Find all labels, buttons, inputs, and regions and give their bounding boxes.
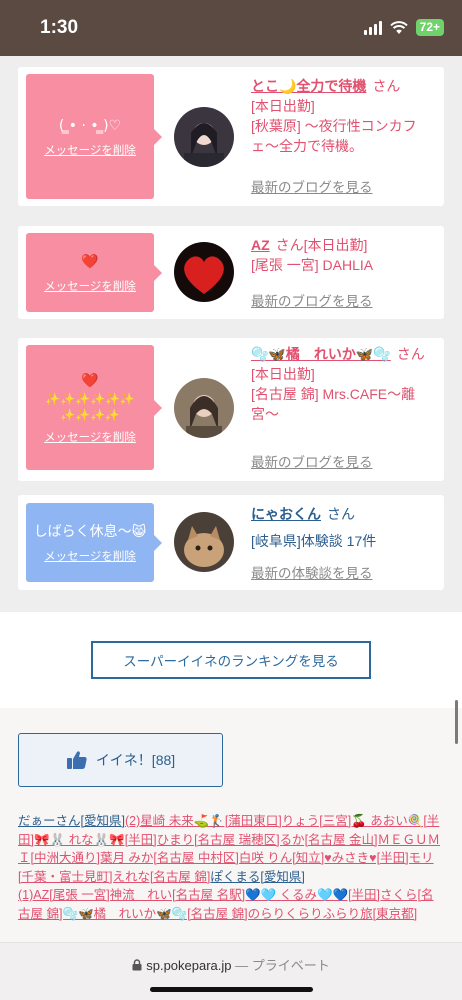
avatar[interactable]: [174, 512, 234, 572]
shop-info: [秋葉原] 〜夜行性コンカフェ〜全力で待機。: [251, 118, 417, 154]
bubble-text: ( ̳• · • ̳)♡: [58, 117, 122, 134]
scrollbar-thumb[interactable]: [455, 700, 458, 744]
delete-message-link[interactable]: メッセージを削除: [44, 278, 136, 294]
signal-icon: [363, 20, 382, 35]
liker-link[interactable]: だぁーさん[愛知県]: [18, 814, 125, 828]
url-text: sp.pokepara.jp — プライベート: [0, 955, 462, 974]
latest-blog-link[interactable]: 最新のブログを見る: [251, 290, 373, 310]
super-like-ranking-button[interactable]: スーパーイイネのランキングを見る: [91, 641, 371, 679]
honorific: さん: [396, 346, 425, 362]
bubble-text: ✨✨✨✨: [60, 407, 120, 422]
wifi-icon: [389, 20, 408, 34]
avatar[interactable]: [174, 378, 234, 438]
cast-info: にゃおくん さん [岐阜県]体験談 17件: [251, 504, 441, 551]
liker-list: だぁーさん[愛知県](2)星崎 未来⛳🏌️[蒲田東口]りょう[三宮]🍒 あおい🍭…: [18, 812, 442, 923]
attendance-tag: [本日出勤]: [303, 237, 368, 253]
honorific: さん: [275, 237, 304, 253]
honorific: さん: [372, 78, 401, 94]
bubble-text: ✨✨✨✨✨✨: [45, 391, 135, 406]
message-bubble: ❤️ ✨✨✨✨✨✨ ✨✨✨✨ メッセージを削除: [26, 345, 162, 470]
bubble-text: ❤️: [81, 253, 99, 270]
page-content: ( ̳• · • ̳)♡ メッセージを削除 とこ🌙全力で待機 さん [本日出勤] …: [0, 56, 462, 942]
shop-info: [尾張 一宮] DAHLIA: [251, 257, 374, 273]
lock-icon: [132, 959, 142, 971]
browser-url-bar[interactable]: sp.pokepara.jp — プライベート: [0, 942, 462, 1000]
like-section: イイネ！[88] だぁーさん[愛知県](2)星崎 未来⛳🏌️[蒲田東口]りょう[…: [0, 708, 462, 942]
url-domain: sp.pokepara.jp: [146, 958, 232, 973]
avatar[interactable]: [174, 242, 234, 302]
message-bubble: ❤️ メッセージを削除: [26, 233, 162, 312]
honorific: さん: [327, 506, 355, 522]
battery-icon: 72+: [415, 19, 444, 36]
latest-blog-link[interactable]: 最新のブログを見る: [251, 176, 373, 196]
like-button[interactable]: イイネ！[88]: [18, 733, 223, 787]
delete-message-link[interactable]: メッセージを削除: [44, 429, 136, 445]
message-card: しばらく休息〜😸 メッセージを削除 にゃおくん さん [岐阜県]体験談 17件 最…: [18, 495, 444, 590]
cast-info: 🫧🦋橘 れいか🦋🫧 さん [本日出勤] [名古屋 錦] Mrs.CAFE〜離宮〜: [251, 344, 441, 424]
bubble-text: ❤️: [81, 372, 99, 389]
home-indicator[interactable]: [150, 987, 313, 992]
shop-info: [名古屋 錦] Mrs.CAFE〜離宮〜: [251, 386, 416, 422]
message-card: ❤️ メッセージを削除 AZ さん[本日出勤] [尾張 一宮] DAHLIA 最新…: [18, 226, 444, 319]
cast-info: とこ🌙全力で待機 さん [本日出勤] [秋葉原] 〜夜行性コンカフェ〜全力で待機。: [251, 76, 441, 156]
thumbs-up-icon: [66, 751, 87, 769]
delete-message-link[interactable]: メッセージを削除: [44, 548, 136, 564]
private-label: — プライベート: [235, 958, 330, 973]
message-card: ❤️ ✨✨✨✨✨✨ ✨✨✨✨ メッセージを削除 🫧🦋橘 れいか🦋🫧 さん [本日出…: [18, 338, 444, 481]
cast-name-link[interactable]: 🫧🦋橘 れいか🦋🫧: [251, 346, 391, 362]
bubble-text: しばらく休息〜😸: [33, 523, 147, 540]
message-bubble: しばらく休息〜😸 メッセージを削除: [26, 503, 162, 582]
ranking-section: スーパーイイネのランキングを見る: [0, 612, 462, 708]
latest-review-link[interactable]: 最新の体験談を見る: [251, 562, 373, 582]
delete-message-link[interactable]: メッセージを削除: [44, 142, 136, 158]
review-count: [岐阜県]体験談 17件: [251, 533, 377, 549]
liker-link[interactable]: (1)AZ[尾張 一宮]神流 れい[名古屋 名駅]💙🩵 くるみ🩵💙[半田]さくら…: [18, 888, 434, 921]
like-count-label: イイネ！[88]: [95, 752, 176, 768]
cast-name-link[interactable]: AZ: [251, 237, 270, 253]
latest-blog-link[interactable]: 最新のブログを見る: [251, 451, 373, 471]
cast-name-link[interactable]: にゃおくん: [251, 506, 321, 522]
attendance-tag: [本日出勤]: [251, 366, 315, 382]
status-bar: 1:30 72+: [0, 0, 462, 56]
cast-info: AZ さん[本日出勤] [尾張 一宮] DAHLIA: [251, 235, 441, 275]
attendance-tag: [本日出勤]: [251, 98, 315, 114]
status-icons: 72+: [363, 19, 444, 36]
cast-name-link[interactable]: とこ🌙全力で待機: [251, 78, 366, 94]
avatar[interactable]: [174, 107, 234, 167]
message-card: ( ̳• · • ̳)♡ メッセージを削除 とこ🌙全力で待機 さん [本日出勤] …: [18, 67, 444, 206]
liker-link[interactable]: ぽくまる[愛知県]: [210, 870, 304, 884]
message-bubble: ( ̳• · • ̳)♡ メッセージを削除: [26, 74, 162, 199]
status-time: 1:30: [40, 17, 79, 38]
